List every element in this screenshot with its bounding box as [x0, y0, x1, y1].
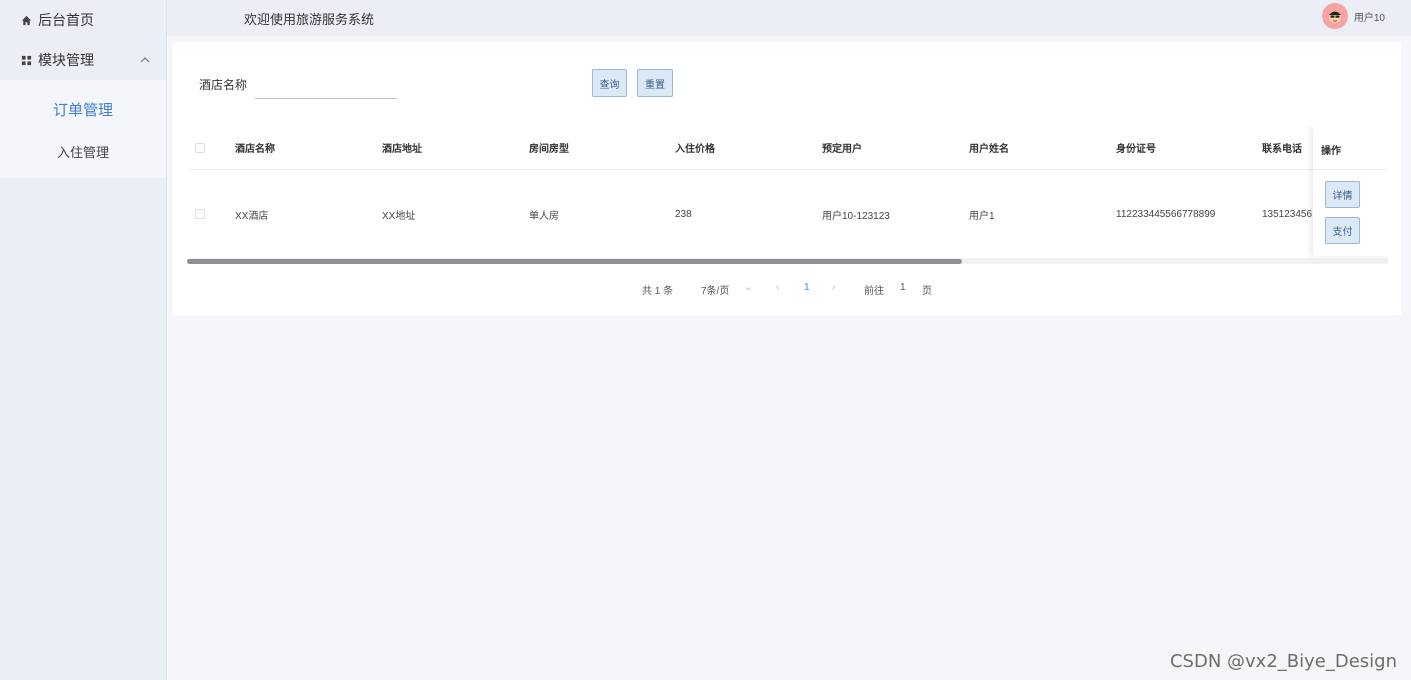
sidebar-group-label: 模块管理 [38, 52, 94, 68]
user-menu[interactable]: 用户10 [1321, 3, 1385, 29]
column-header: 酒店名称 [235, 144, 275, 155]
cell-id-card: 112233445566778899 [1116, 208, 1216, 220]
column-header: 身份证号 [1116, 144, 1156, 155]
goto-page-input[interactable]: 1 [900, 282, 906, 293]
grid-icon [20, 54, 32, 66]
pagination: 共 1 条 7条/页 ⌄ ‹ 1 › 前往 1 页 [173, 282, 1401, 297]
cell-address: XX地址 [382, 210, 416, 222]
column-header: 联系电话 [1262, 144, 1302, 155]
scrollbar-thumb[interactable] [187, 259, 962, 264]
sidebar-group-modules[interactable]: 模块管理 [0, 40, 166, 80]
home-icon [20, 14, 32, 26]
column-header: 操作 [1321, 146, 1341, 157]
cell-hotel: XX酒店 [235, 210, 269, 222]
detail-button[interactable]: 详情 [1325, 181, 1360, 208]
horizontal-scrollbar[interactable] [187, 258, 1388, 264]
orders-table: 酒店名称 酒店地址 房间房型 入住价格 预定用户 用户姓名 身份证号 联系电话 … [187, 126, 1388, 266]
cell-price: 238 [675, 208, 692, 220]
next-page-button[interactable]: › [832, 282, 835, 293]
avatar[interactable] [1321, 3, 1348, 29]
reset-button[interactable]: 重置 [637, 69, 673, 97]
column-header: 房间房型 [529, 144, 569, 155]
avatar-face-icon [1328, 11, 1341, 23]
top-header: 欢迎使用旅游服务系统 用户10 [167, 0, 1411, 36]
chevron-up-icon [140, 55, 150, 66]
sidebar-item-label: 后台首页 [38, 12, 94, 28]
sidebar-item-orders[interactable]: 订单管理 [0, 88, 166, 130]
select-all-checkbox[interactable] [195, 143, 205, 153]
fixed-operations-column: 操作 详情 支付 [1313, 126, 1388, 256]
sidebar-item-home[interactable]: 后台首页 [0, 0, 166, 40]
goto-suffix: 页 [922, 286, 932, 297]
watermark: CSDN @vx2_Biye_Design [1169, 651, 1397, 672]
cell-booking-user: 用户10-123123 [822, 210, 890, 222]
sidebar-submenu: 订单管理 入住管理 [0, 80, 166, 178]
table-header-row: 酒店名称 酒店地址 房间房型 入住价格 预定用户 用户姓名 身份证号 联系电话 [187, 126, 1388, 170]
page-size-select[interactable]: 7条/页 [701, 282, 729, 297]
column-header: 预定用户 [822, 144, 862, 155]
table-row[interactable]: XX酒店 XX地址 单人房 238 用户10-123123 用户1 112233… [187, 170, 1388, 258]
search-label: 酒店名称 [199, 78, 248, 92]
column-header: 酒店地址 [382, 144, 422, 155]
divider [1313, 169, 1388, 170]
user-name: 用户10 [1353, 12, 1385, 24]
pagination-total: 共 1 条 [642, 286, 674, 297]
hotel-name-search-input[interactable] [255, 98, 397, 99]
sidebar: 后台首页 模块管理 订单管理 入住管理 [0, 0, 167, 680]
cell-phone: 13512345678 [1262, 208, 1312, 220]
sidebar-item-checkin[interactable]: 入住管理 [0, 130, 166, 172]
cell-user-name: 用户1 [969, 210, 995, 222]
prev-page-button[interactable]: ‹ [776, 282, 779, 293]
page-number-current[interactable]: 1 [804, 282, 810, 293]
column-header: 用户姓名 [969, 144, 1009, 155]
pay-button[interactable]: 支付 [1325, 217, 1360, 244]
content-card: 酒店名称 查询 重置 酒店名称 酒店地址 房间房型 入住价格 预定用户 用户姓名… [173, 42, 1401, 315]
row-checkbox[interactable] [195, 209, 205, 219]
column-header: 入住价格 [675, 144, 715, 155]
goto-label: 前往 [864, 286, 884, 297]
query-button[interactable]: 查询 [592, 69, 627, 97]
cell-room-type: 单人房 [529, 210, 559, 222]
chevron-down-icon: ⌄ [744, 282, 753, 293]
page-title: 欢迎使用旅游服务系统 [244, 11, 375, 27]
